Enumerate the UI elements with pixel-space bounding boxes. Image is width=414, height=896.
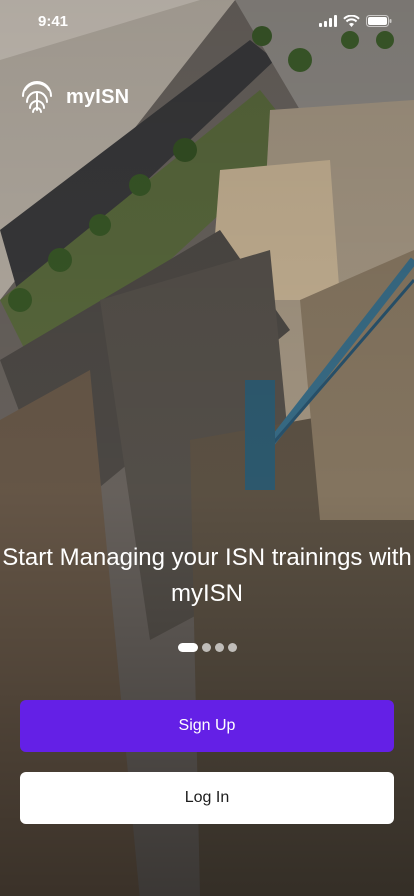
page-indicator xyxy=(0,643,414,652)
wifi-icon xyxy=(343,15,360,27)
status-bar: 9:41 xyxy=(0,0,414,44)
sign-up-button[interactable]: Sign Up xyxy=(20,700,394,752)
page-dot[interactable] xyxy=(201,643,211,652)
fingerprint-icon xyxy=(22,81,52,113)
log-in-button[interactable]: Log In xyxy=(20,772,394,824)
page-dot[interactable] xyxy=(227,643,237,652)
cellular-signal-icon xyxy=(319,15,337,27)
status-icons xyxy=(319,15,392,27)
page-dot-active[interactable] xyxy=(177,643,198,652)
construction-site-background-image xyxy=(0,0,414,896)
brand-name: myISN xyxy=(66,85,130,108)
onboarding-screen: 9:41 myISN Start Managing your ISN train… xyxy=(0,0,414,896)
page-dot[interactable] xyxy=(214,643,224,652)
onboarding-headline: Start Managing your ISN trainings with m… xyxy=(2,544,412,607)
brand-logo: myISN xyxy=(20,80,129,114)
status-time: 9:41 xyxy=(38,13,69,30)
battery-icon xyxy=(366,15,392,27)
